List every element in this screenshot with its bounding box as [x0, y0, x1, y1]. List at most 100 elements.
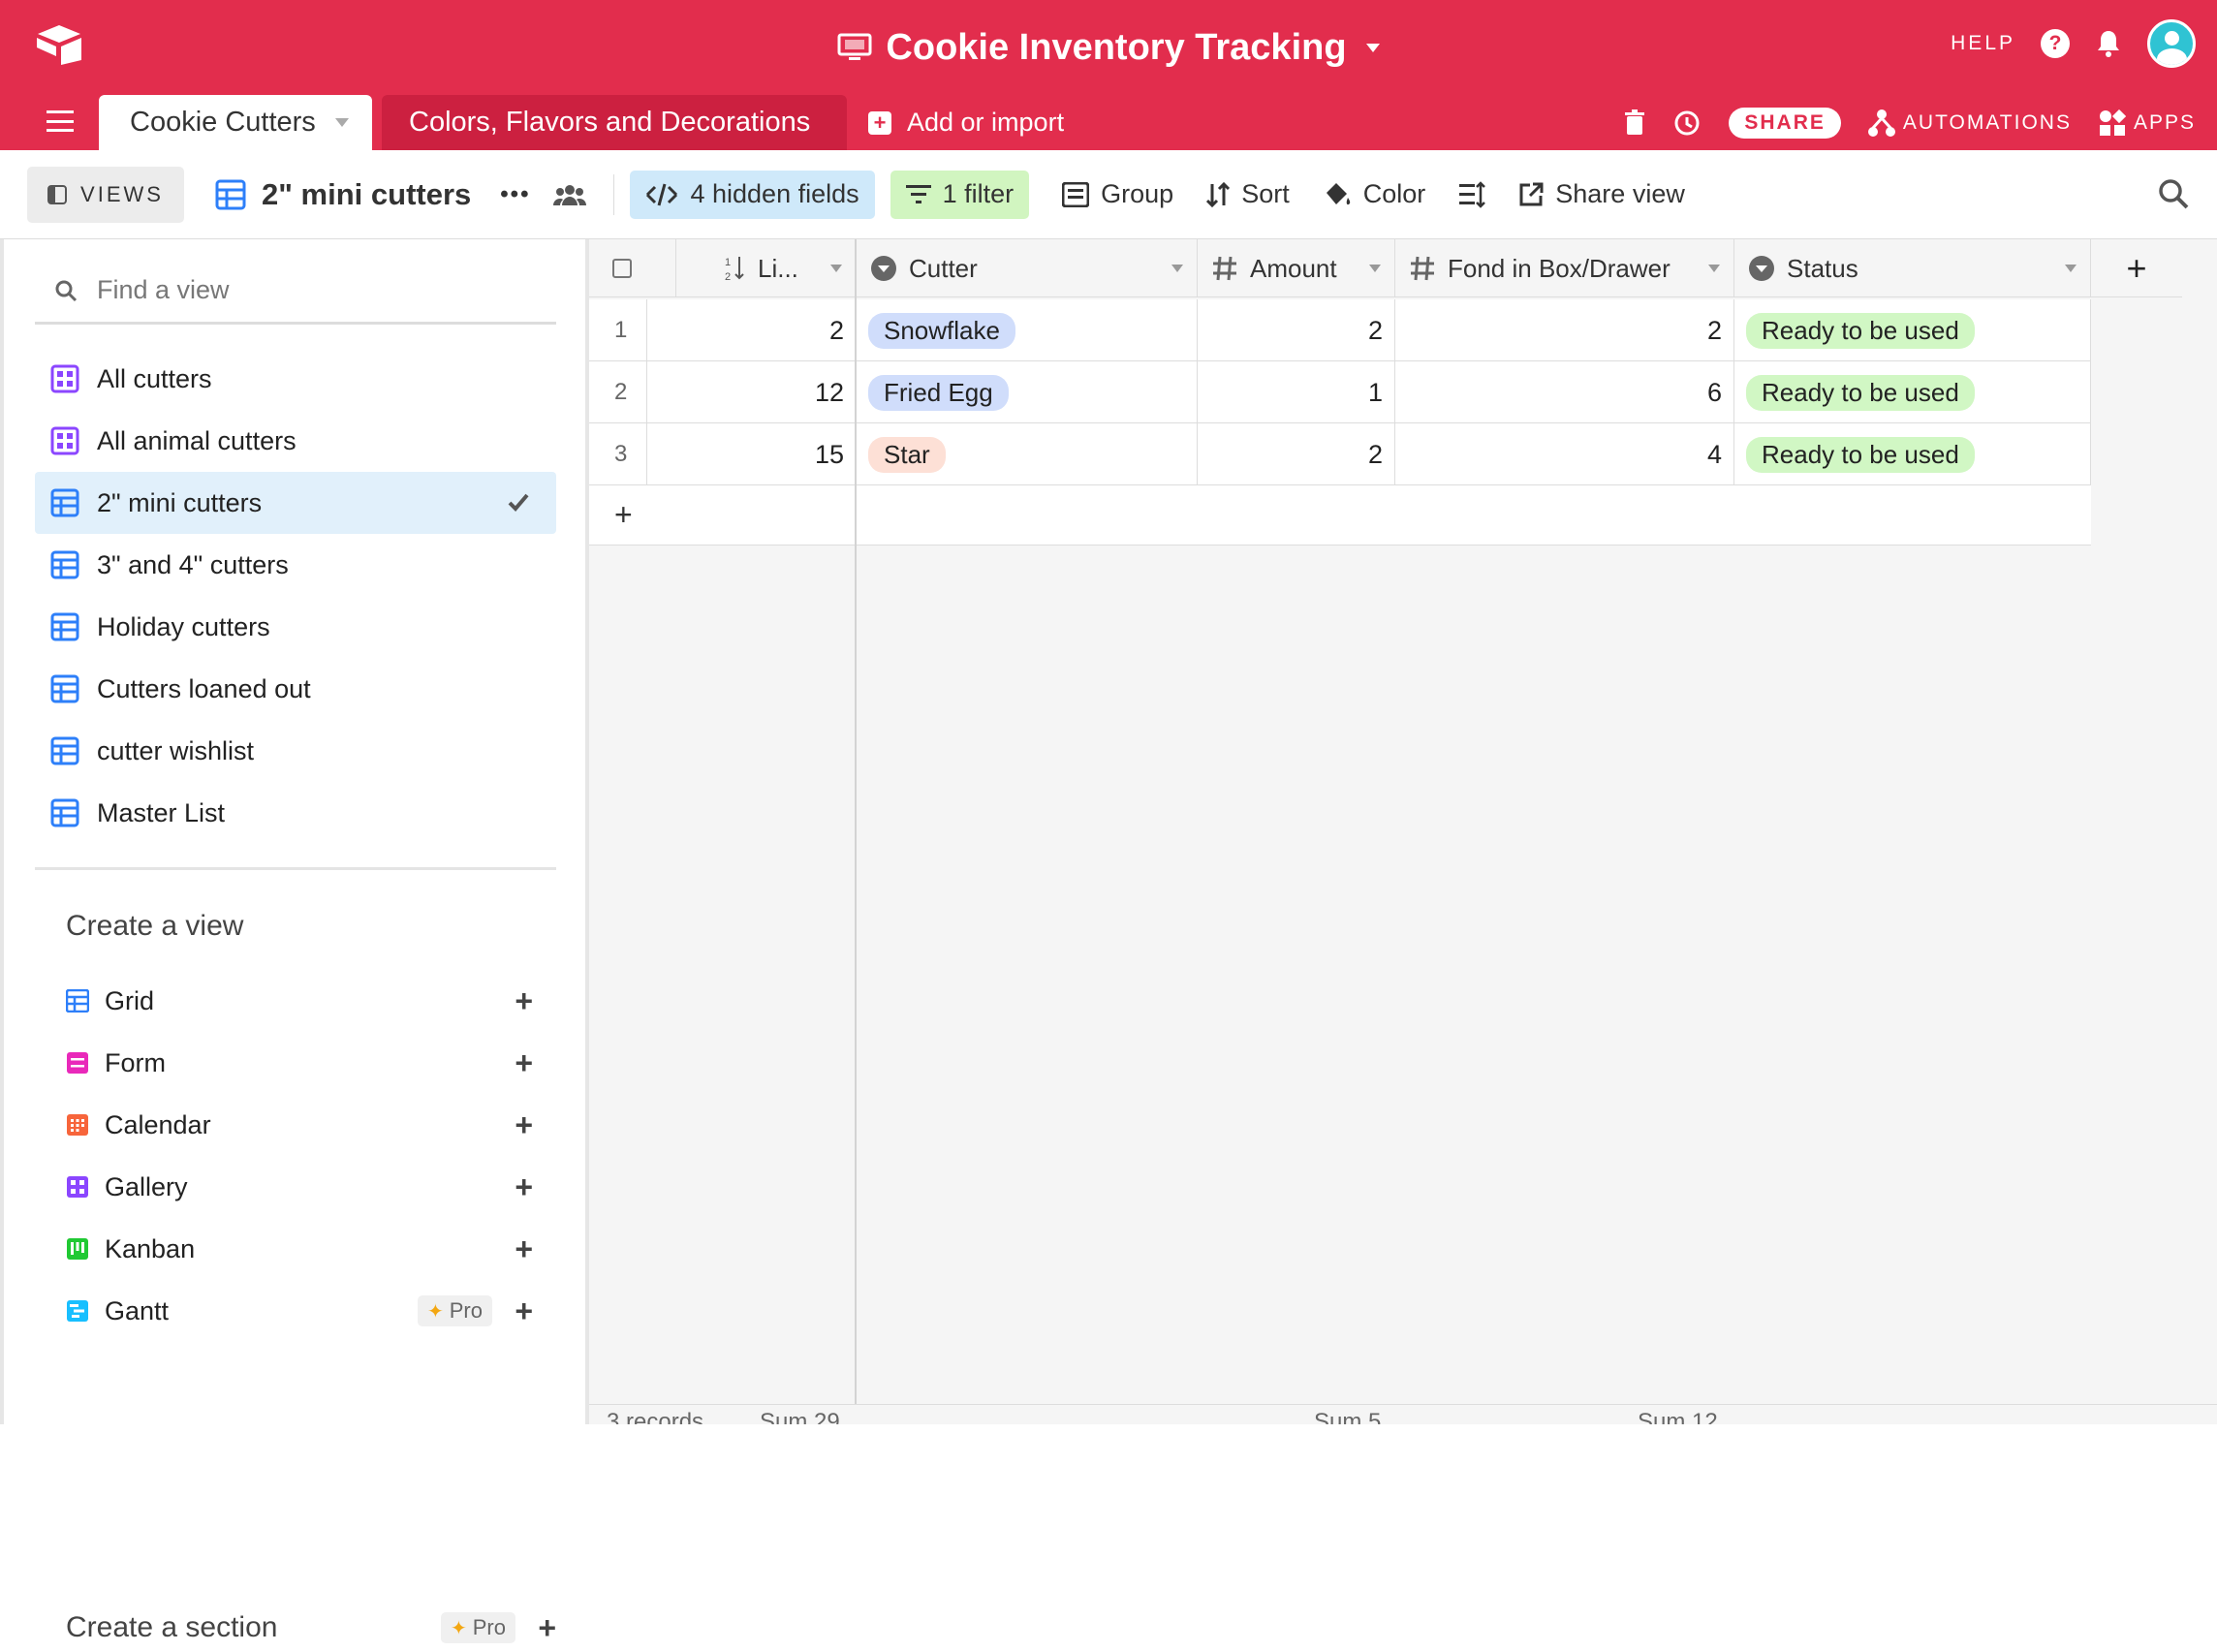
more-options-icon[interactable]: ••• — [500, 181, 530, 208]
create-view-list: Grid + Form + Calendar + Gallery + Kanban + Gantt ✦… — [35, 970, 556, 1342]
table-row[interactable]: 3 15 Star 2 4 Ready to be used — [589, 423, 2091, 485]
cell-cutter[interactable]: Star — [857, 423, 1198, 485]
sidebar-view-item[interactable]: Cutters loaned out — [35, 658, 556, 720]
plus-icon[interactable]: + — [515, 983, 533, 1019]
gallery-icon — [66, 1175, 89, 1199]
apps-button[interactable]: APPS — [2099, 109, 2196, 137]
add-or-import-button[interactable]: + Add or import — [868, 95, 1064, 150]
hidden-fields-button[interactable]: 4 hidden fields — [630, 170, 875, 219]
sidebar-view-item[interactable]: All cutters — [35, 348, 556, 410]
create-view-form[interactable]: Form + — [35, 1032, 556, 1094]
select-all-checkbox[interactable] — [589, 239, 676, 297]
question-icon[interactable]: ? — [2041, 29, 2070, 58]
current-view-name[interactable]: 2" mini cutters — [215, 177, 471, 212]
chevron-down-icon — [1365, 43, 1380, 52]
avatar[interactable] — [2147, 19, 2196, 68]
plus-icon[interactable]: + — [515, 1231, 533, 1267]
people-icon[interactable] — [553, 183, 587, 206]
column-header-status[interactable]: Status — [1734, 239, 2091, 297]
row-number: 1 — [589, 299, 647, 361]
cell-li[interactable]: 15 — [647, 423, 857, 485]
menu-icon[interactable] — [47, 110, 74, 132]
share-view-button[interactable]: Share view — [1518, 179, 1685, 209]
apps-label: APPS — [2133, 110, 2196, 134]
help-button[interactable]: HELP — [1951, 32, 2015, 55]
filter-button[interactable]: 1 filter — [890, 170, 1030, 219]
base-title[interactable]: Cookie Inventory Tracking — [837, 27, 1380, 69]
create-section-button[interactable]: Create a section ✦ Pro + — [66, 1604, 556, 1652]
row-height-button[interactable] — [1458, 180, 1486, 208]
chevron-down-icon[interactable] — [334, 118, 349, 127]
history-icon[interactable] — [1672, 109, 1702, 138]
bell-icon[interactable] — [2095, 29, 2122, 58]
cell-li[interactable]: 2 — [647, 299, 857, 361]
sidebar-view-item[interactable]: cutter wishlist — [35, 720, 556, 782]
sidebar-view-item[interactable]: All animal cutters — [35, 410, 556, 472]
cell-amount[interactable]: 1 — [1198, 361, 1395, 423]
grid-icon — [50, 798, 79, 827]
sort-button[interactable]: Sort — [1206, 179, 1290, 209]
gallery-icon — [50, 426, 79, 455]
sidebar-view-item[interactable]: Holiday cutters — [35, 596, 556, 658]
create-view-calendar[interactable]: Calendar + — [35, 1094, 556, 1156]
table-row[interactable]: 1 2 Snowflake 2 2 Ready to be used — [589, 299, 2091, 361]
cell-amount[interactable]: 2 — [1198, 423, 1395, 485]
eye-slash-icon — [646, 183, 678, 205]
create-view-header: Create a view — [66, 910, 244, 942]
checkbox[interactable] — [612, 259, 632, 278]
add-field-button[interactable]: + — [2091, 239, 2182, 297]
plus-icon[interactable]: + — [538, 1610, 556, 1646]
plus-icon[interactable]: + — [515, 1045, 533, 1081]
share-button[interactable]: SHARE — [1729, 107, 1841, 139]
airtable-logo-icon[interactable] — [35, 23, 83, 66]
cell-status[interactable]: Ready to be used — [1734, 423, 2091, 485]
trash-icon[interactable] — [1624, 109, 1645, 137]
plus-icon[interactable]: + — [515, 1107, 533, 1143]
chevron-down-icon[interactable] — [1369, 265, 1381, 272]
column-header-cutter[interactable]: Cutter — [857, 239, 1198, 297]
table-row[interactable]: 2 12 Fried Egg 1 6 Ready to be used — [589, 361, 2091, 423]
tab-colors-flavors[interactable]: Colors, Flavors and Decorations — [382, 95, 847, 150]
plus-icon[interactable]: + — [515, 1294, 533, 1329]
cell-amount[interactable]: 2 — [1198, 299, 1395, 361]
chevron-down-icon[interactable] — [830, 265, 842, 272]
views-toggle-button[interactable]: VIEWS — [27, 166, 184, 223]
sidebar-view-item[interactable]: 3" and 4" cutters — [35, 534, 556, 596]
cell-fond[interactable]: 4 — [1395, 423, 1734, 485]
chevron-down-icon[interactable] — [1708, 265, 1720, 272]
view-label: cutter wishlist — [97, 735, 255, 765]
cell-status[interactable]: Ready to be used — [1734, 361, 2091, 423]
column-header-amount[interactable]: Amount — [1198, 239, 1395, 297]
gantt-icon — [66, 1299, 89, 1323]
column-header-fond[interactable]: Fond in Box/Drawer — [1395, 239, 1734, 297]
find-view-input[interactable]: Find a view — [35, 259, 556, 325]
create-view-label: Calendar — [105, 1109, 211, 1139]
create-view-gallery[interactable]: Gallery + — [35, 1156, 556, 1218]
search-icon[interactable] — [2157, 177, 2190, 210]
sidebar-view-item[interactable]: 2" mini cutters — [35, 472, 556, 534]
add-record-button[interactable]: + — [589, 485, 2091, 545]
hidden-fields-label: 4 hidden fields — [690, 179, 859, 208]
plus-icon[interactable]: + — [515, 1169, 533, 1205]
create-view-kanban[interactable]: Kanban + — [35, 1218, 556, 1280]
chevron-down-icon[interactable] — [2065, 265, 2076, 272]
sidebar-view-item[interactable]: Master List — [35, 782, 556, 844]
cell-li[interactable]: 12 — [647, 361, 857, 423]
color-button[interactable]: Color — [1323, 179, 1425, 209]
view-label: All animal cutters — [97, 425, 297, 455]
cell-fond[interactable]: 2 — [1395, 299, 1734, 361]
create-view-label: Form — [105, 1047, 166, 1077]
tab-cookie-cutters[interactable]: Cookie Cutters — [99, 95, 372, 150]
automations-button[interactable]: AUTOMATIONS — [1867, 109, 2072, 138]
create-view-grid[interactable]: Grid + — [35, 970, 556, 1032]
column-header-li[interactable]: 12 Li... — [676, 239, 857, 297]
cell-cutter[interactable]: Snowflake — [857, 299, 1198, 361]
cell-cutter[interactable]: Fried Egg — [857, 361, 1198, 423]
cell-status[interactable]: Ready to be used — [1734, 299, 2091, 361]
cell-fond[interactable]: 6 — [1395, 361, 1734, 423]
checkmark-icon — [508, 493, 529, 512]
chevron-down-icon[interactable] — [1171, 265, 1183, 272]
create-view-gantt[interactable]: Gantt ✦ Pro + — [35, 1280, 556, 1342]
group-button[interactable]: Group — [1062, 179, 1173, 209]
automations-icon — [1867, 109, 1895, 137]
